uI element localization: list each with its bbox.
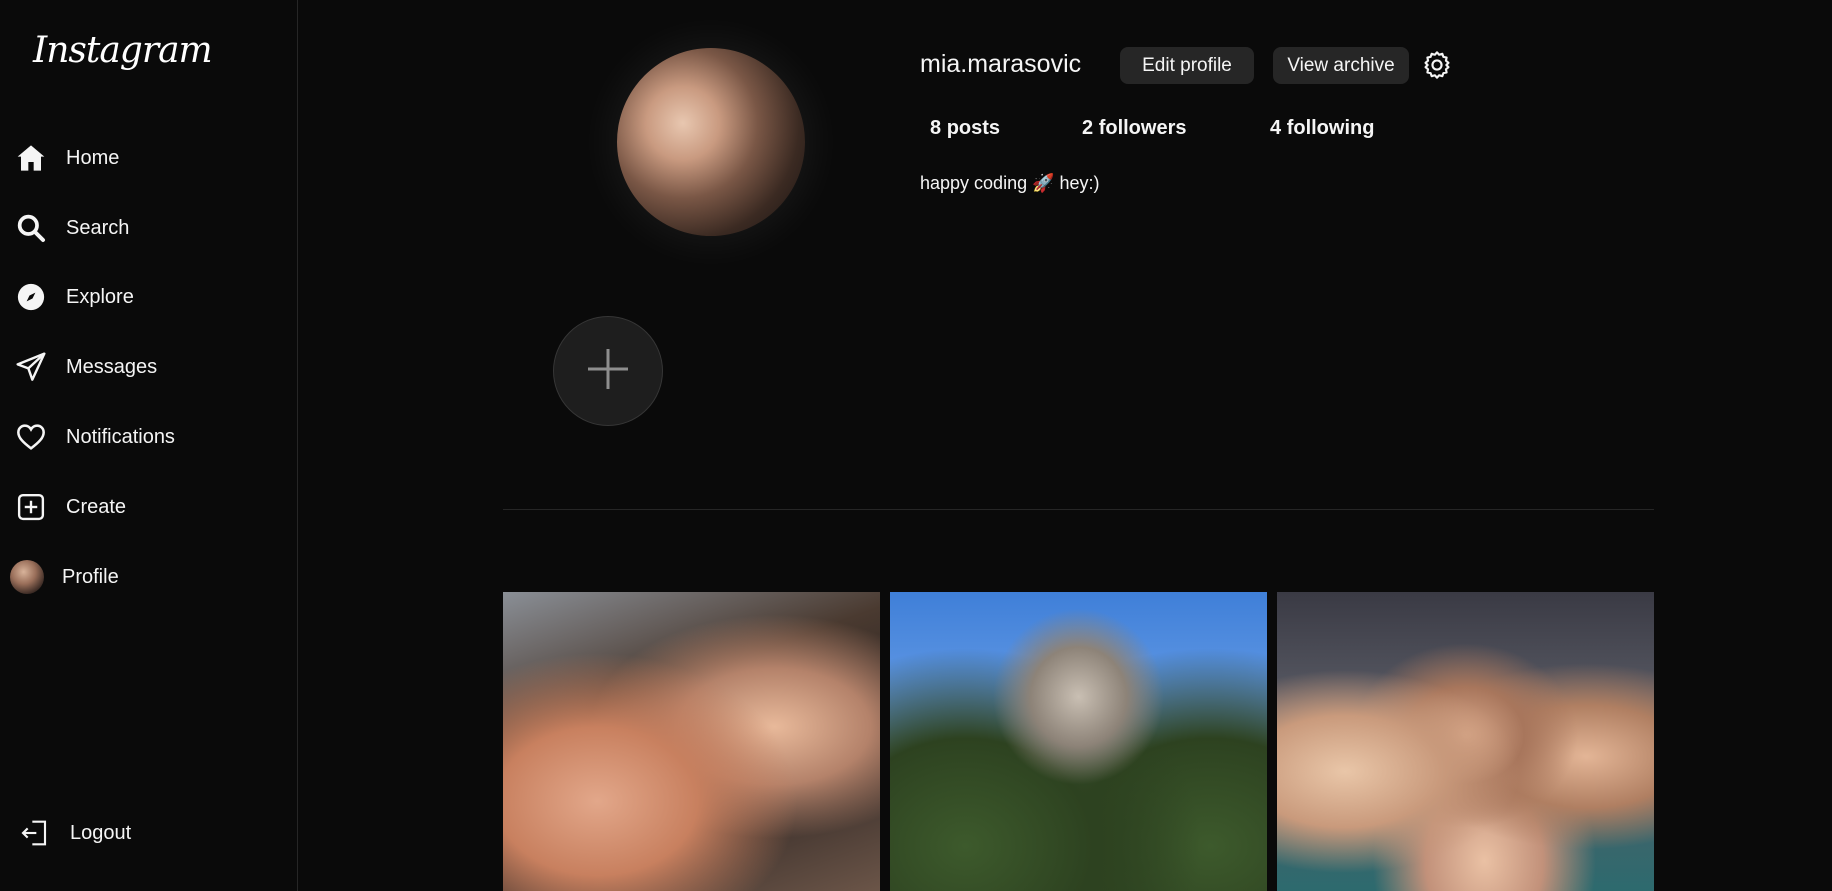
profile-page: mia.marasovic Edit profile View archive … (299, 0, 1832, 891)
sidebar-item-label: Search (66, 216, 130, 239)
post-thumbnail[interactable] (1277, 592, 1654, 891)
avatar (10, 560, 44, 594)
gear-icon[interactable] (1421, 49, 1453, 81)
plus-square-icon (14, 490, 48, 524)
sidebar-item-notifications[interactable]: Notifications (14, 415, 284, 459)
sidebar-item-label: Create (66, 495, 127, 518)
logout-icon (18, 816, 52, 850)
logout-button[interactable]: Logout (18, 811, 288, 855)
plus-icon (584, 345, 632, 398)
sidebar-item-label: Explore (66, 285, 134, 308)
username: mia.marasovic (920, 50, 1082, 78)
compass-icon (14, 280, 48, 314)
post-thumbnail[interactable] (503, 592, 880, 891)
followers-count[interactable]: 2 followers (1082, 117, 1186, 140)
sidebar-item-label: Logout (70, 821, 132, 844)
post-thumbnail[interactable] (890, 592, 1267, 891)
search-icon (14, 211, 48, 245)
edit-profile-button[interactable]: Edit profile (1120, 47, 1254, 84)
sidebar-item-label: Messages (66, 355, 158, 378)
instagram-logo[interactable]: Instagram (33, 30, 213, 71)
sidebar-item-profile[interactable]: Profile (10, 555, 280, 599)
sidebar-item-home[interactable]: Home (14, 136, 284, 180)
sidebar-item-search[interactable]: Search (14, 206, 284, 250)
sidebar-item-explore[interactable]: Explore (14, 275, 284, 319)
new-highlight-button[interactable] (553, 316, 663, 426)
sidebar-item-create[interactable]: Create (14, 485, 284, 529)
sidebar-item-label: Home (66, 146, 120, 169)
profile-avatar[interactable] (617, 48, 805, 236)
profile-bio: happy coding 🚀 hey:) (920, 173, 1100, 193)
divider (503, 509, 1654, 510)
paper-plane-icon (14, 350, 48, 384)
sidebar-item-label: Notifications (66, 425, 175, 448)
following-count[interactable]: 4 following (1270, 117, 1374, 140)
sidebar-item-messages[interactable]: Messages (14, 345, 284, 389)
view-archive-button[interactable]: View archive (1273, 47, 1409, 84)
sidebar: Instagram Home Search Explore Messages N… (0, 0, 298, 891)
sidebar-item-label: Profile (62, 565, 119, 588)
home-icon (14, 141, 48, 175)
heart-icon (14, 420, 48, 454)
posts-count: 8 posts (930, 117, 1001, 139)
